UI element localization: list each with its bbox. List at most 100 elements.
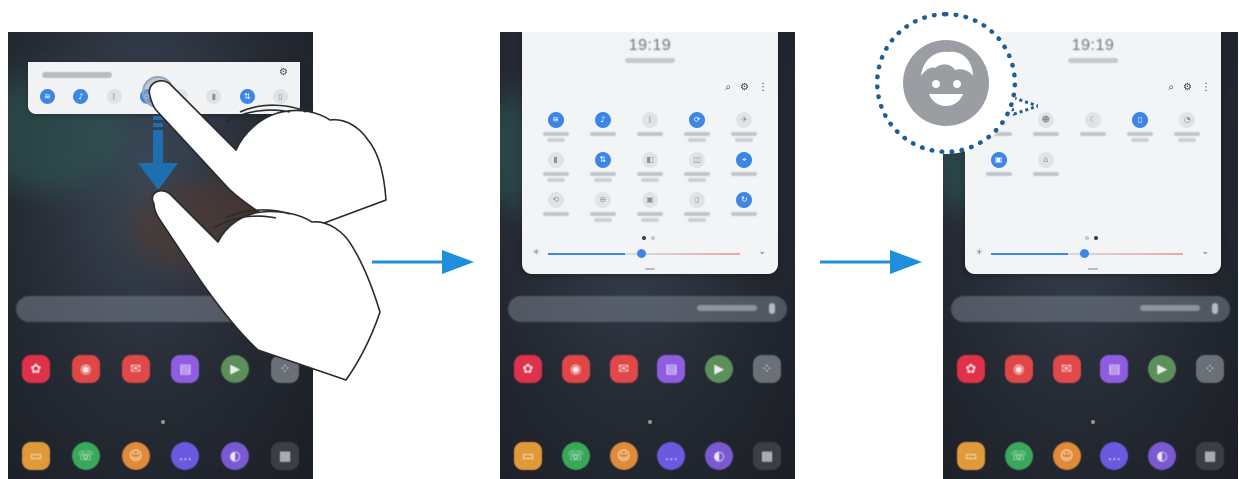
store-app-icon[interactable]: ▤ [1100,355,1129,383]
calendar-app-icon[interactable]: ▦ [752,442,781,470]
phone-app-icon[interactable]: ☏ [71,442,100,470]
files-app-icon[interactable]: ▭ [957,442,985,470]
quick-icons-row: ≋ ♪ ᛒ ⟳ ✈ ▮ ⇅ ▯ [40,89,288,104]
brightness-slider[interactable]: ☀ ⌄ [532,247,768,260]
store-app-icon[interactable]: ▤ [171,355,200,383]
tile-bluetooth[interactable]: ᛒ [626,112,673,142]
tile-label [731,212,758,216]
tile-power-key[interactable]: ◔ [1164,112,1211,142]
app-icon[interactable]: ✿ [22,355,50,383]
wifi-icon[interactable]: ≋ [40,89,55,104]
messages-app-icon[interactable]: … [657,442,686,470]
tile-mobile-hotspot[interactable]: ◫ [674,152,721,182]
tile-kids-home[interactable]: ☻ [1022,112,1069,142]
tile-mobile-data[interactable]: ⇅ [579,152,626,182]
calendar-app-icon[interactable]: ▦ [270,442,299,470]
play-store-icon[interactable]: ▶ [221,355,250,383]
internet-app-icon[interactable]: ◐ [1148,442,1177,470]
phone-app-icon[interactable]: ☏ [1004,442,1033,470]
more-options-icon[interactable]: ⋮ [758,82,768,93]
apps-folder-icon[interactable]: ⁘ [270,355,299,383]
tile-airplane-mode[interactable]: ✈ [721,112,768,142]
messages-app-icon[interactable]: … [171,442,200,470]
settings-gear-icon[interactable]: ⚙ [740,82,749,93]
mic-icon[interactable] [1212,303,1218,314]
app-icon[interactable]: ✿ [514,355,542,383]
files-app-icon[interactable]: ▭ [514,442,542,470]
app-icon[interactable]: ✿ [957,355,985,383]
internet-app-icon[interactable]: ◐ [705,442,734,470]
more-options-icon[interactable]: ⋮ [1201,82,1211,93]
search-bar[interactable] [16,296,305,322]
sound-icon[interactable]: ♪ [73,89,89,104]
camera-app-icon[interactable]: ◉ [561,355,590,383]
quick-panel-collapsed[interactable]: ⚙ ≋ ♪ ᛒ ⟳ ✈ ▮ ⇅ ▯ [28,62,300,114]
quick-panel-expanded[interactable]: 19:19 ⌕ ⚙ ⋮ ≋ ♪ ᛒ ⟳ ✈ ▮ ⇅ ◧ ◫ ⌖ ⟲ ⊖ ▣ ▯ … [522,32,778,274]
search-bar[interactable] [951,296,1230,322]
store-app-icon[interactable]: ▤ [657,355,686,383]
mic-icon[interactable] [769,303,775,314]
tile-auto-rotate[interactable]: ⟳ [674,112,721,142]
internet-app-icon[interactable]: ◐ [221,442,250,470]
apps-folder-icon[interactable]: ⁘ [1195,355,1224,383]
tile-wifi[interactable]: ≋ [532,112,579,142]
play-store-icon[interactable]: ▶ [705,355,734,383]
brightness-slider[interactable]: ☀ ⌄ [975,247,1211,260]
email-app-icon[interactable]: ✉ [1052,355,1081,383]
tile-sound[interactable]: ♪ [579,112,626,142]
tile-label [1174,132,1201,136]
camera-app-icon[interactable]: ◉ [1004,355,1033,383]
files-app-icon[interactable]: ▭ [22,442,50,470]
email-app-icon[interactable]: ✉ [121,355,150,383]
bluetooth-icon[interactable]: ᛒ [106,89,122,104]
panel-page-dots [642,236,655,240]
phone-app-icon[interactable]: ☏ [561,442,590,470]
chevron-down-icon[interactable]: ⌄ [1201,247,1209,257]
brightness-knob[interactable] [1080,249,1089,258]
contacts-app-icon[interactable]: ☺ [121,442,150,470]
airplane-mode-icon[interactable]: ✈ [173,89,189,104]
tablet-mode-icon[interactable]: ▯ [272,89,288,104]
chevron-down-icon[interactable]: ⌄ [758,247,766,257]
tile-location[interactable]: ⌖ [721,152,768,182]
tile-do-not-disturb[interactable]: ⊖ [579,192,626,222]
camera-app-icon[interactable]: ◉ [71,355,100,383]
messages-app-icon[interactable]: … [1100,442,1129,470]
tile-samsung-dex[interactable]: ⌂ [1022,152,1069,176]
wallpaper-blob [128,182,313,272]
auto-rotate-icon[interactable]: ⟳ [139,89,155,104]
calendar-app-icon[interactable]: ▦ [1195,442,1224,470]
settings-gear-icon[interactable]: ⚙ [1183,82,1192,93]
mic-icon[interactable] [287,303,293,314]
apps-folder-icon[interactable]: ⁘ [752,355,781,383]
tile-navigation-bar[interactable]: ▯ [1117,112,1164,142]
mobile-data-icon[interactable]: ⇅ [239,89,255,104]
search-icon[interactable]: ⌕ [1168,82,1174,93]
drag-handle[interactable] [645,268,655,270]
page-indicator [160,420,165,424]
settings-gear-icon[interactable]: ⚙ [279,67,288,78]
search-icon[interactable]: ⌕ [725,82,731,93]
flashlight-icon[interactable]: ▮ [206,89,222,104]
tile-label [589,132,616,136]
tile-power-saving[interactable]: ▮ [532,152,579,182]
contacts-app-icon[interactable]: ☺ [1052,442,1081,470]
search-bar[interactable] [508,296,787,322]
contacts-app-icon[interactable]: ☺ [609,442,638,470]
tile-video-enhancer[interactable]: ▣ [975,152,1022,176]
play-store-icon[interactable]: ▶ [1148,355,1177,383]
tile-label [985,172,1012,176]
tile-secure-folder[interactable]: ▣ [626,192,673,222]
tile-label [542,132,569,136]
tile-sync[interactable]: ↻ [721,192,768,222]
email-app-icon[interactable]: ✉ [609,355,638,383]
tile-tablet-mode[interactable]: ▯ [674,192,721,222]
tile-sublabel [593,178,612,182]
brightness-knob[interactable] [637,249,646,258]
tile-smart-view[interactable]: ⟲ [532,192,579,222]
tablet-mode-icon: ▯ [689,192,706,208]
drag-handle[interactable] [1088,268,1098,270]
tile-blue-light-filter[interactable]: ◧ [626,152,673,182]
airplane-mode-icon: ✈ [736,112,753,128]
tile-night-mode[interactable]: ☾ [1069,112,1116,142]
